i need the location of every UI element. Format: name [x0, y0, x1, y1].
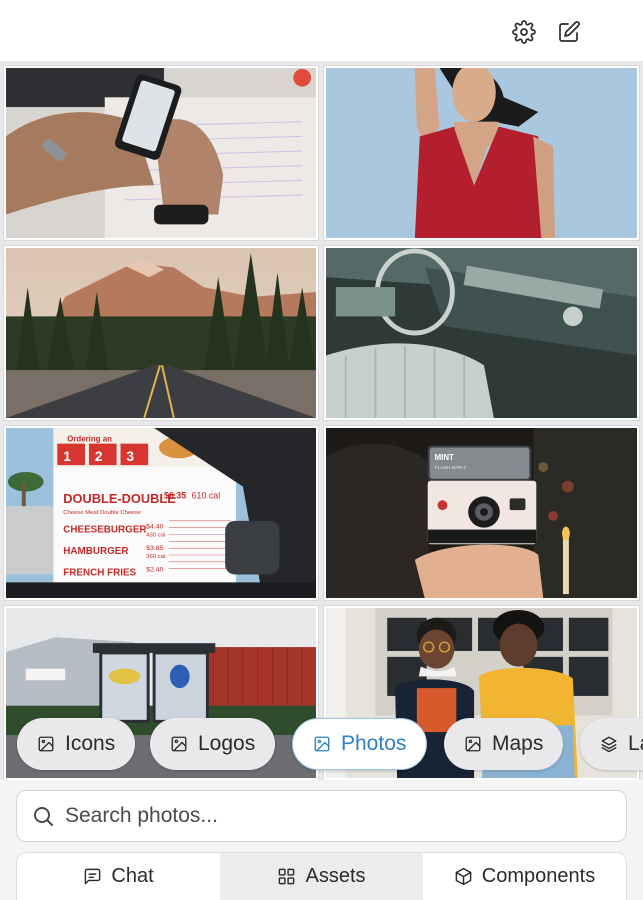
category-chips: Icons Logos Photos Maps La: [0, 716, 643, 774]
menu-item-name: HAMBURGER: [63, 546, 128, 557]
search-input[interactable]: [65, 804, 605, 828]
chip-label: Maps: [492, 732, 544, 755]
photo-tile[interactable]: Ordering an 1 2 3 DOUBLE-DOUBLE $6.35 61…: [4, 426, 318, 600]
photo-menu-board: Ordering an 1 2 3 DOUBLE-DOUBLE $6.35 61…: [6, 428, 316, 598]
camera-model: FLASH BAR 2: [435, 465, 467, 471]
image-icon: [314, 736, 330, 752]
layers-icon: [601, 736, 617, 753]
photo-hands-phone: [6, 68, 316, 238]
menu-item-price: $4.40: [146, 524, 163, 531]
image-icon: [38, 736, 54, 752]
menu-header: Ordering an: [67, 435, 112, 444]
menu-item-cal: 430 cal: [146, 532, 165, 538]
menu-item-price: $2.40: [146, 567, 163, 574]
chip-label: Icons: [65, 732, 116, 755]
combo-number: 3: [126, 449, 134, 464]
chip-label: La: [628, 732, 643, 755]
gear-icon[interactable]: [510, 18, 538, 46]
photo-red-dress: [326, 68, 637, 238]
search-icon: [34, 807, 53, 826]
menu-item-price: $3.85: [146, 545, 163, 552]
edit-icon[interactable]: [555, 18, 583, 46]
tab-bar: Chat Assets Components: [16, 852, 627, 900]
chip-label: Logos: [198, 732, 256, 755]
image-icon: [171, 736, 187, 752]
menu-item-cal: 360 cal: [146, 554, 165, 560]
photo-tile[interactable]: [4, 246, 318, 420]
menu-title-price: $6.35: [164, 490, 186, 500]
menu-title-cal: 610 cal: [192, 490, 221, 500]
camera-label: MINT: [435, 453, 454, 462]
menu-item-name: CHEESEBURGER: [63, 525, 146, 536]
photo-tile[interactable]: [4, 66, 318, 240]
top-toolbar: [0, 0, 643, 62]
message-square-icon: [85, 868, 101, 885]
photo-car-interior: [326, 248, 637, 418]
photo-grid: Ordering an 1 2 3 DOUBLE-DOUBLE $6.35 61…: [0, 62, 643, 780]
menu-title: DOUBLE-DOUBLE: [63, 491, 176, 506]
photo-tile[interactable]: MINT FLASH BAR 2: [324, 426, 639, 600]
chip-icons[interactable]: Icons: [17, 718, 136, 770]
tab-label: Assets: [305, 865, 366, 887]
photo-mountain-road: [6, 248, 316, 418]
menu-item-name: FRENCH FRIES: [63, 568, 136, 579]
search-box[interactable]: [16, 790, 627, 842]
chip-layers[interactable]: La: [580, 718, 643, 770]
photo-instant-camera: MINT FLASH BAR 2: [326, 428, 637, 598]
combo-number: 2: [95, 449, 103, 464]
photo-tile[interactable]: [324, 66, 639, 240]
image-icon: [465, 736, 481, 752]
menu-subtitle: Cheese Meat Double Cheese: [63, 510, 140, 516]
bottom-panel: Chat Assets Components: [0, 780, 643, 900]
combo-number: 1: [63, 449, 71, 464]
chip-label: Photos: [341, 732, 407, 755]
cube-icon: [455, 867, 472, 886]
chip-logos[interactable]: Logos: [150, 718, 276, 770]
grid-icon: [279, 868, 295, 885]
chip-photos[interactable]: Photos: [292, 718, 428, 770]
tab-assets[interactable]: Assets: [220, 853, 423, 900]
chip-maps[interactable]: Maps: [444, 718, 564, 770]
tab-chat[interactable]: Chat: [17, 853, 220, 900]
photo-tile[interactable]: [324, 246, 639, 420]
tab-label: Components: [481, 865, 596, 887]
tab-label: Chat: [111, 865, 154, 887]
tab-components[interactable]: Components: [423, 853, 626, 900]
